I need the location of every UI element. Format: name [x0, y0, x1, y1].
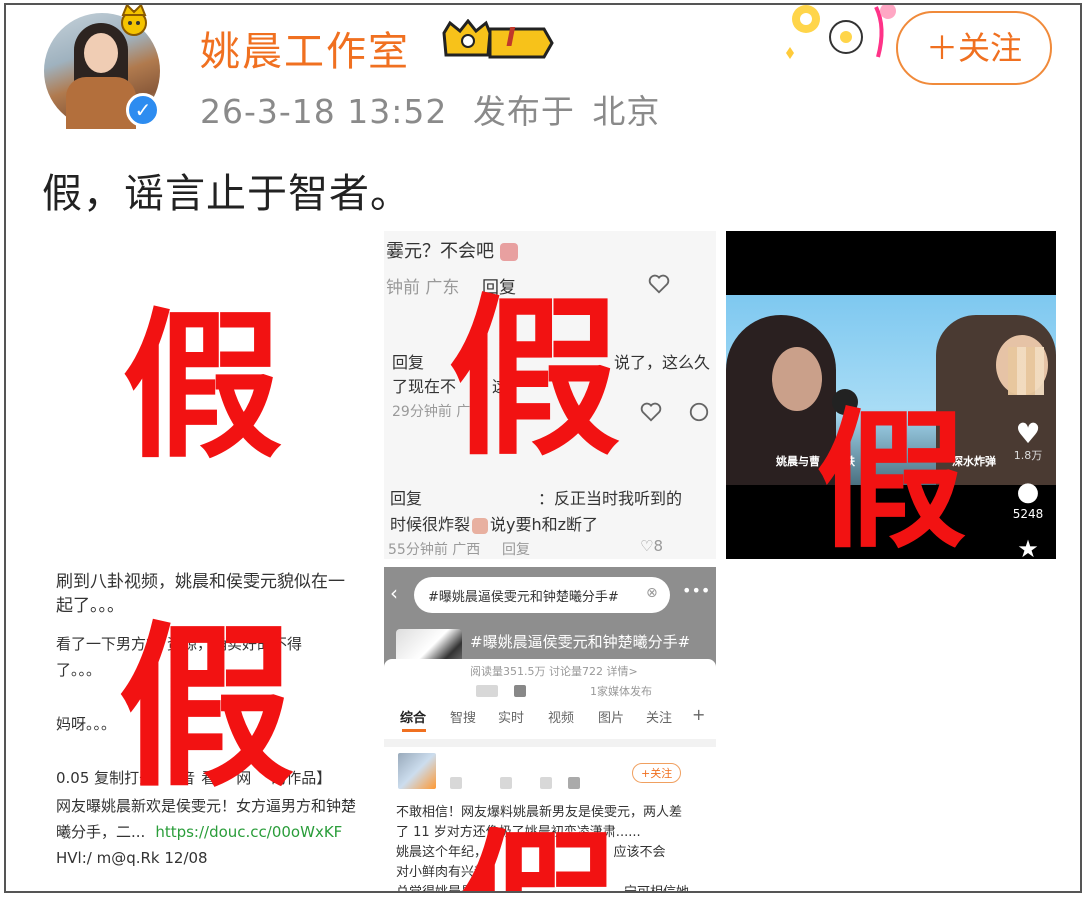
account-name[interactable]: 姚晨工作室: [200, 19, 410, 77]
level-badge[interactable]: I: [440, 18, 556, 65]
emoji-icon: [499, 243, 518, 261]
comment-text: 霎元？不会吧: [386, 237, 518, 263]
follow-button-small[interactable]: +关注: [632, 763, 682, 783]
tab-video[interactable]: 视频: [548, 707, 574, 726]
tab-smart[interactable]: 智搜: [450, 707, 476, 726]
clear-icon[interactable]: ⊗: [646, 585, 658, 601]
post-text: 假，谣言止于智者。: [42, 171, 411, 217]
topic-post-line: 不敢相信！网友爆料姚晨新男友是侯雯元，两人差: [396, 805, 683, 820]
mosaic-blur: [1008, 347, 1044, 395]
tab-all[interactable]: 综合: [400, 707, 426, 726]
fake-stamp: 假: [122, 293, 283, 480]
topic-title: #曝姚晨逼侯雯元和钟楚曦分手#: [470, 633, 691, 651]
tab-live[interactable]: 实时: [498, 707, 524, 726]
crown-icon: [442, 18, 554, 59]
video-caption: 姚晨与曹: [776, 455, 820, 468]
short-link[interactable]: https://douc.cc/00oWxKF: [155, 823, 342, 841]
fake-stamp: 假: [448, 278, 620, 479]
post-location: 北京: [592, 92, 661, 131]
add-tab-icon[interactable]: +: [692, 705, 705, 724]
comment-text: 时候很炸裂 说y要h和z断了: [390, 515, 599, 534]
media-count: 1家媒体发布: [590, 685, 652, 698]
location-prefix: 发布于: [472, 92, 575, 131]
back-icon[interactable]: ‹: [390, 581, 398, 605]
reply-link[interactable]: 回复: [390, 485, 422, 509]
fake-stamp: 假: [816, 395, 967, 569]
text-post-line: 刷到八卦视频，姚晨和侯雯元貌似在一: [56, 572, 345, 592]
text-post-line: 起了。。。: [56, 596, 124, 616]
comment-text: 了现在不: [392, 377, 457, 396]
comment-text: ：反正当时我听到的: [538, 489, 683, 508]
like-icon[interactable]: [648, 273, 670, 295]
post-timestamp[interactable]: 26-3-18 13:52: [200, 92, 447, 131]
comment-icon[interactable]: ●: [1008, 477, 1048, 507]
follow-button[interactable]: ＋关注: [896, 11, 1052, 85]
active-tab-indicator: [402, 729, 426, 732]
like-icon[interactable]: [640, 401, 662, 423]
text-post-line: HVl:/ m@q.Rk 12/08: [56, 849, 208, 867]
fake-stamp: 假: [458, 827, 618, 891]
weibo-post-card: ✓ 姚晨工作室 I 26-3-18 13:52 发布于 北京 ＋关注 假，谣言止…: [4, 3, 1082, 893]
text-post-line: 了。。。: [56, 661, 102, 679]
tab-pictures[interactable]: 图片: [598, 707, 624, 726]
comment-count: 5248: [1012, 507, 1044, 521]
emoji-icon: [472, 517, 489, 534]
comment-text: 说了，这么久: [614, 353, 711, 372]
topic-stats: 阅读量351.5万 讨论量722 详情>: [470, 665, 638, 678]
reply-link[interactable]: 回复: [392, 349, 424, 373]
verified-check-icon: ✓: [126, 93, 160, 127]
topic-search-input[interactable]: #曝姚晨逼侯雯元和钟楚曦分手# ⊗: [414, 577, 670, 613]
text-post-line: 妈呀。。。: [56, 715, 117, 733]
tab-follow[interactable]: 关注: [646, 707, 672, 726]
like-count[interactable]: ♡8: [640, 537, 663, 555]
heart-icon[interactable]: ♥: [1008, 417, 1048, 450]
fake-stamp: 假: [118, 606, 295, 811]
star-icon[interactable]: ★: [1008, 535, 1048, 559]
more-icon[interactable]: •••: [682, 581, 710, 600]
comment-meta: 55分钟前 广西: [388, 542, 481, 558]
text-post-line: 曦分手，二... https://douc.cc/00oWxKF: [56, 823, 343, 841]
crown-icon: [121, 5, 147, 36]
reply-link[interactable]: 回复: [502, 539, 530, 559]
level-number: I: [506, 23, 516, 53]
like-count: 1.8万: [1013, 449, 1043, 462]
post-meta: 26-3-18 13:52 发布于 北京: [200, 85, 660, 133]
comment-icon[interactable]: [688, 401, 710, 423]
